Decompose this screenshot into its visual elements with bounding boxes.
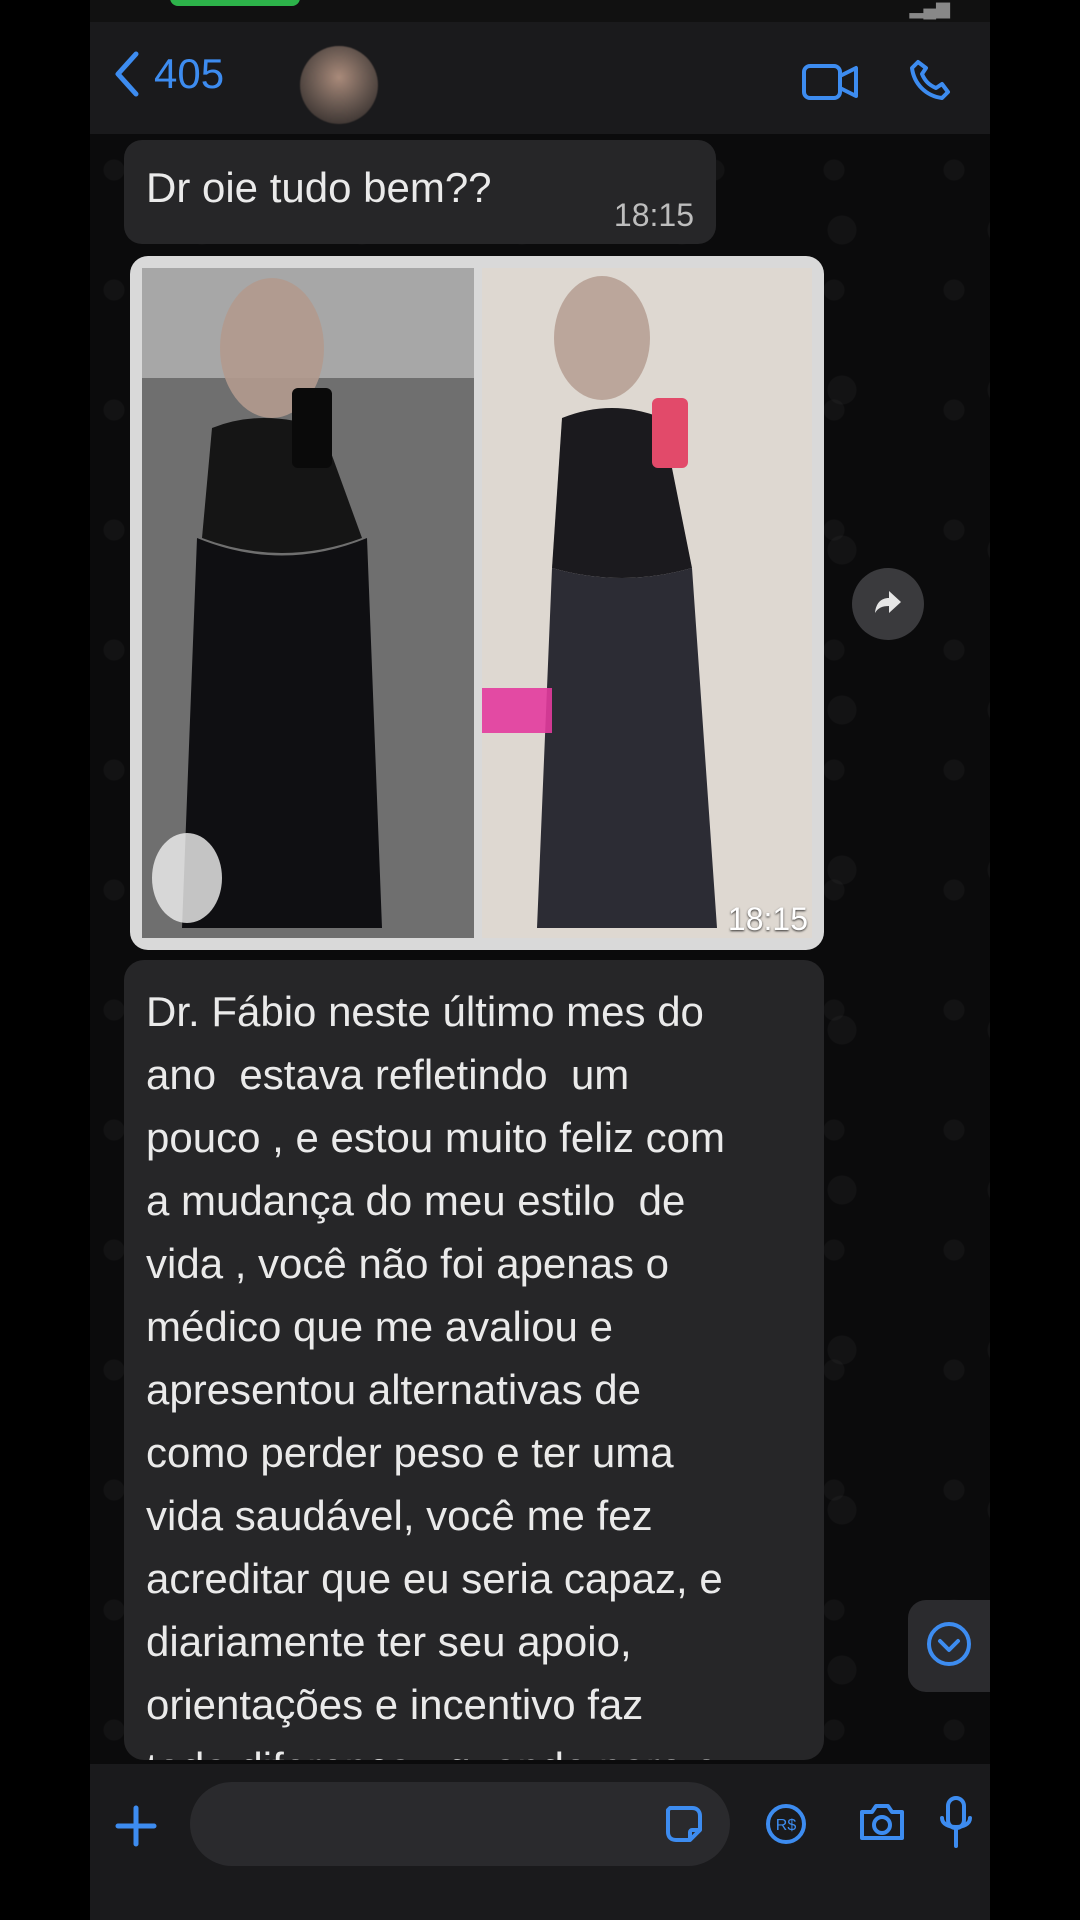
photo-before[interactable] <box>142 268 474 938</box>
pix-icon[interactable]: R$ <box>764 1802 808 1851</box>
message-input[interactable] <box>190 1782 730 1866</box>
back-button[interactable]: 405 <box>112 50 224 98</box>
status-icons: ▂▄▆ <box>909 0 950 18</box>
message-text: Dr oie tudo bem?? <box>146 164 492 211</box>
mic-icon[interactable] <box>936 1794 976 1859</box>
chat-header: 405 <box>90 22 990 134</box>
unread-count: 405 <box>154 50 225 97</box>
video-call-icon[interactable] <box>802 62 860 107</box>
long-message-text: Dr. Fábio neste último mes do ano estava… <box>146 988 725 1760</box>
photo-after[interactable] <box>482 268 812 938</box>
chevron-down-icon <box>924 1619 974 1674</box>
svg-text:R$: R$ <box>776 1817 797 1834</box>
photo-message[interactable]: 18:15 <box>130 256 824 950</box>
chat-screen: ▂▄▆ 405 Dr oie tudo bem?? 18:15 18:15 Dr… <box>90 0 990 1920</box>
photo-time: 18:15 <box>727 901 808 937</box>
forward-icon <box>873 589 903 620</box>
plus-icon[interactable] <box>114 1804 158 1853</box>
active-call-pill[interactable] <box>170 0 300 6</box>
message-bubble[interactable]: Dr oie tudo bem?? 18:15 <box>124 140 716 244</box>
composer-bar: R$ <box>90 1764 990 1920</box>
sticker-icon[interactable] <box>662 1802 706 1851</box>
camera-icon[interactable] <box>856 1800 908 1849</box>
status-bar: ▂▄▆ <box>90 0 990 22</box>
back-icon <box>112 50 140 98</box>
long-message-bubble[interactable]: Dr. Fábio neste último mes do ano estava… <box>124 960 824 1760</box>
forward-button[interactable] <box>852 568 924 640</box>
scroll-to-bottom-button[interactable] <box>908 1600 990 1692</box>
phone-call-icon[interactable] <box>908 58 952 107</box>
contact-avatar[interactable] <box>300 46 378 124</box>
message-time: 18:15 <box>613 197 694 233</box>
